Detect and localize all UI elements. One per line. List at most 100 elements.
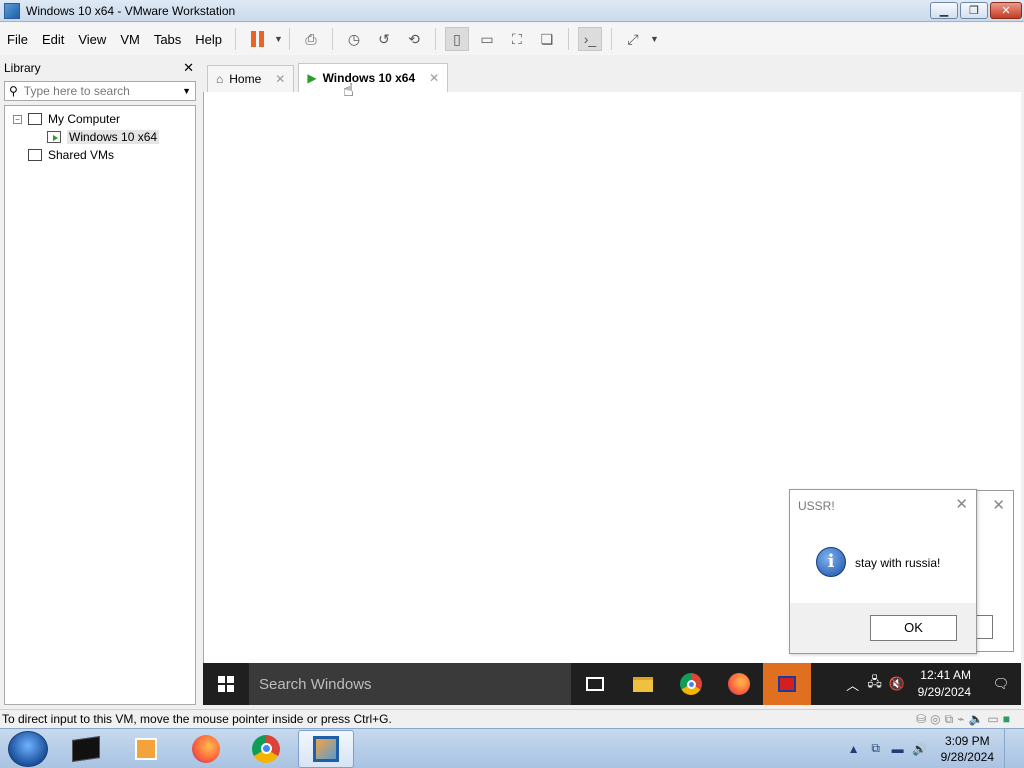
close-icon[interactable]: ✕ bbox=[275, 72, 285, 86]
dialog-title: USSR! bbox=[798, 499, 835, 513]
toolbar-separator bbox=[235, 28, 237, 50]
toolbar-separator bbox=[331, 28, 333, 50]
host-system-tray: ▲ ⧉ ▬ 🔊 3:09 PM 9/28/2024 bbox=[843, 728, 1024, 768]
guest-time: 12:41 AM bbox=[920, 668, 971, 682]
guest-taskbar: Search Windows ︿ 🖧 🔇 12:41 AM 9/29/2024 … bbox=[203, 663, 1021, 705]
file-explorer-icon[interactable] bbox=[619, 663, 667, 705]
shared-vms-icon bbox=[28, 149, 42, 161]
windows-orb-icon[interactable] bbox=[8, 730, 48, 767]
window-title: Windows 10 x64 - VMware Workstation bbox=[26, 3, 236, 18]
unity-icon[interactable]: ❏ bbox=[535, 27, 559, 51]
firefox-icon[interactable] bbox=[715, 663, 763, 705]
show-library-icon[interactable]: ▯ bbox=[444, 27, 469, 51]
cd-dvd-icon[interactable]: ◎ bbox=[930, 712, 940, 727]
send-ctrl-alt-del-icon[interactable]: ⎙ bbox=[299, 27, 323, 51]
toolbar-separator bbox=[288, 28, 290, 50]
terminal-icon[interactable] bbox=[58, 730, 114, 768]
windows-logo-icon bbox=[218, 676, 234, 692]
network-icon[interactable]: ⧉ bbox=[865, 741, 887, 756]
menu-tabs[interactable]: Tabs bbox=[147, 32, 188, 47]
menu-edit[interactable]: Edit bbox=[35, 32, 71, 47]
title-bar: Windows 10 x64 - VMware Workstation ▁ ❐ … bbox=[0, 0, 1024, 22]
status-bar: To direct input to this VM, move the mou… bbox=[0, 709, 1024, 728]
library-search-input[interactable]: ⚲ Type here to search ▼ bbox=[4, 81, 196, 101]
volume-muted-icon[interactable]: 🔇 bbox=[886, 676, 908, 692]
message-log-icon[interactable]: ■ bbox=[1003, 712, 1010, 727]
chevron-up-icon[interactable]: ︿ bbox=[842, 675, 864, 694]
close-icon[interactable]: ✕ bbox=[429, 71, 439, 85]
library-pane: Library ✕ ⚲ Type here to search ▼ − My C… bbox=[0, 57, 200, 709]
guest-date: 9/29/2024 bbox=[917, 685, 971, 699]
tree-item-my-computer[interactable]: − My Computer bbox=[5, 110, 195, 128]
task-view-icon[interactable] bbox=[571, 663, 619, 705]
chevron-down-icon[interactable]: ▼ bbox=[650, 34, 659, 44]
snapshot-icon[interactable]: ◷ bbox=[342, 27, 366, 51]
device-status-icons: ⛁ ◎ ⧉ ⌁ 🔈 ▭ ■ bbox=[916, 712, 1024, 727]
guest-search-input[interactable]: Search Windows bbox=[249, 663, 571, 705]
tab-label: Home bbox=[229, 72, 262, 86]
guest-clock[interactable]: 12:41 AM 9/29/2024 bbox=[908, 667, 981, 701]
tree-item-shared-vms[interactable]: Shared VMs bbox=[5, 146, 195, 164]
show-thumbnail-icon[interactable]: ▭ bbox=[475, 27, 499, 51]
chevron-down-icon[interactable]: ▼ bbox=[182, 86, 191, 96]
restore-button[interactable]: ❐ bbox=[960, 2, 988, 19]
tab-home[interactable]: ⌂ Home ✕ bbox=[207, 65, 295, 92]
snapshot-manager-icon[interactable]: ⟲ bbox=[402, 27, 426, 51]
display-icon[interactable]: ▬ bbox=[887, 742, 909, 756]
chrome-icon[interactable] bbox=[238, 730, 294, 768]
firefox-icon[interactable] bbox=[178, 730, 234, 768]
revert-snapshot-icon[interactable]: ↺ bbox=[372, 27, 396, 51]
display-icon[interactable]: ▭ bbox=[987, 712, 998, 727]
menu-vm[interactable]: VM bbox=[113, 32, 147, 47]
menu-help[interactable]: Help bbox=[188, 32, 229, 47]
library-tree: − My Computer Windows 10 x64 Shared VMs bbox=[4, 105, 196, 705]
full-screen-icon[interactable]: ⛶ bbox=[505, 27, 529, 51]
volume-icon[interactable]: 🔊 bbox=[909, 742, 931, 756]
paint-app-icon[interactable] bbox=[763, 663, 811, 705]
home-icon: ⌂ bbox=[216, 72, 224, 86]
minimize-button[interactable]: ▁ bbox=[930, 2, 958, 19]
library-header: Library ✕ bbox=[0, 57, 200, 79]
tree-item-windows-10-x64[interactable]: Windows 10 x64 bbox=[5, 128, 195, 146]
info-icon: i bbox=[816, 547, 846, 577]
vm-running-icon bbox=[47, 131, 61, 143]
host-clock[interactable]: 3:09 PM 9/28/2024 bbox=[931, 733, 1004, 765]
network-adapter-icon[interactable]: ⧉ bbox=[945, 712, 954, 727]
window-controls: ▁ ❐ ✕ bbox=[930, 2, 1022, 19]
vm-running-icon: ▶ bbox=[307, 71, 317, 85]
collapse-icon[interactable]: − bbox=[13, 114, 22, 124]
show-desktop-button[interactable] bbox=[1004, 728, 1018, 768]
library-title: Library bbox=[4, 61, 41, 75]
notification-icon[interactable]: 🗨 bbox=[981, 676, 1021, 692]
computer-icon bbox=[28, 113, 42, 125]
vmware-icon[interactable] bbox=[298, 729, 354, 768]
search-icon: ⚲ bbox=[9, 84, 18, 98]
toolbar-separator bbox=[434, 28, 436, 50]
tab-strip: ⌂ Home ✕ ▶ Windows 10 x64 ✕ bbox=[203, 62, 1021, 92]
tab-windows-10-x64[interactable]: ▶ Windows 10 x64 ✕ bbox=[298, 63, 449, 92]
network-icon[interactable]: 🖧 bbox=[864, 673, 886, 695]
chevron-down-icon[interactable]: ▼ bbox=[274, 34, 283, 44]
close-icon[interactable]: ✕ bbox=[992, 496, 1005, 514]
close-icon[interactable]: ✕ bbox=[183, 60, 194, 76]
start-button[interactable] bbox=[203, 663, 249, 705]
hard-disk-icon[interactable]: ⛁ bbox=[916, 712, 926, 727]
console-view-icon[interactable]: ›_ bbox=[577, 27, 602, 51]
vmware-app-icon bbox=[4, 2, 20, 19]
close-icon[interactable]: ✕ bbox=[955, 495, 968, 513]
media-player-icon[interactable] bbox=[118, 730, 174, 768]
ok-button[interactable]: OK bbox=[870, 615, 957, 641]
host-time: 3:09 PM bbox=[944, 733, 990, 748]
usb-icon[interactable]: ⌁ bbox=[957, 712, 964, 727]
menu-file[interactable]: File bbox=[0, 32, 35, 47]
menu-view[interactable]: View bbox=[71, 32, 113, 47]
stretch-guest-icon[interactable]: ⤢ bbox=[621, 27, 645, 51]
message-dialog: USSR! ✕ i stay with russia! OK bbox=[789, 489, 977, 654]
chevron-up-icon[interactable]: ▲ bbox=[843, 742, 865, 756]
tree-item-label: Shared VMs bbox=[48, 148, 115, 162]
menu-bar: File Edit View VM Tabs Help ▼ ⎙ ◷ ↺ ⟲ ▯ … bbox=[0, 23, 1024, 55]
chrome-icon[interactable] bbox=[667, 663, 715, 705]
close-button[interactable]: ✕ bbox=[990, 2, 1022, 19]
sound-card-icon[interactable]: 🔈 bbox=[968, 712, 983, 727]
power-pause-icon[interactable] bbox=[245, 27, 269, 51]
